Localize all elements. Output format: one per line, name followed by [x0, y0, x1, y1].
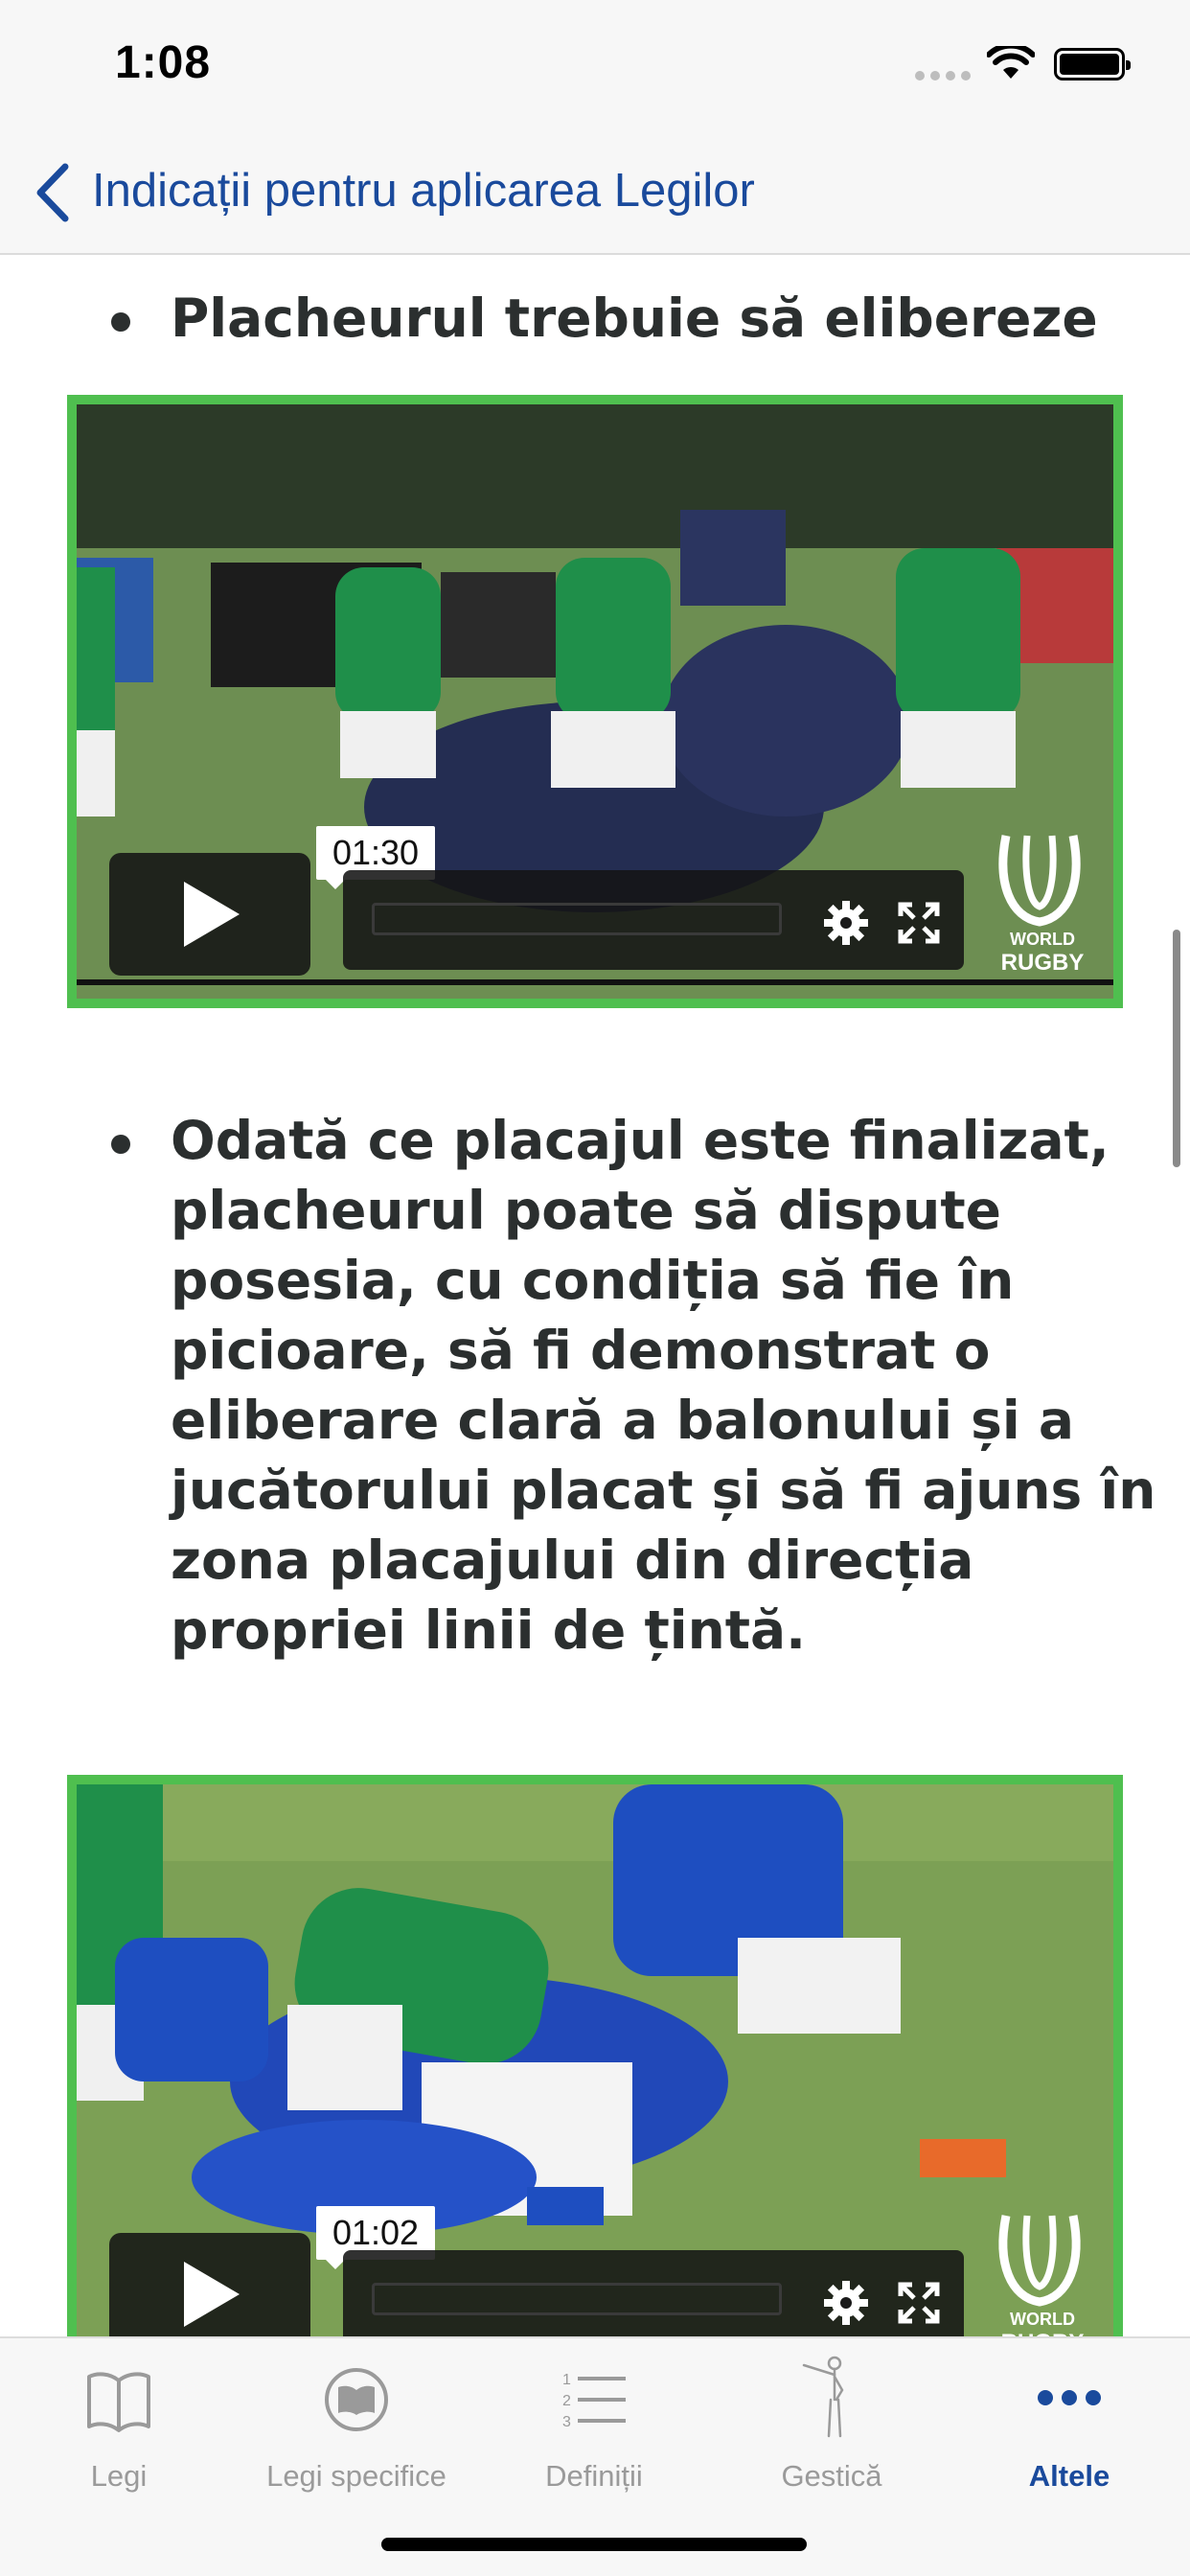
book-circle-icon [325, 2368, 388, 2431]
referee-signal-icon [802, 2356, 844, 2438]
play-button[interactable] [109, 853, 310, 976]
play-icon [184, 882, 240, 947]
status-time: 1:08 [115, 37, 212, 88]
tab-label: Legi [90, 2459, 148, 2493]
tab-label: Definiții [545, 2459, 643, 2493]
book-icon [87, 2372, 150, 2432]
status-bar: 1:08 [0, 0, 1190, 134]
back-button-title[interactable]: Indicații pentru aplicarea Legilor [92, 161, 755, 222]
tab-definitii[interactable]: 1 2 3 Definiții [475, 2359, 713, 2494]
tab-label: Gestică [781, 2459, 882, 2493]
video-controls [343, 870, 964, 970]
video-controls [343, 2250, 964, 2336]
tab-label: Altele [1028, 2459, 1110, 2493]
numbered-list-icon: 1 2 3 [562, 2372, 626, 2430]
tab-gestica[interactable]: Gestică [713, 2356, 950, 2494]
wifi-icon [987, 46, 1035, 79]
home-indicator [381, 2538, 807, 2551]
tab-label: Legi specifice [266, 2459, 446, 2493]
cellular-signal-icon [915, 71, 971, 80]
video-progress-bar[interactable] [372, 2283, 782, 2315]
bullet-text: Odată ce placajul este finalizat, plache… [171, 1110, 1156, 1661]
content-scroll-area[interactable]: Placheurul trebuie să elibereze 01:30 WO… [0, 255, 1190, 2336]
navigation-bar: Indicații pentru aplicarea Legilor [0, 134, 1190, 255]
svg-text:2: 2 [562, 2393, 571, 2409]
bullet-dot [111, 1135, 130, 1154]
more-icon [1038, 2390, 1101, 2405]
video-player[interactable]: 01:30 WORLD RUGBY [67, 395, 1123, 1008]
svg-text:3: 3 [562, 2414, 571, 2430]
tab-legi-specifice[interactable]: Legi specifice [238, 2359, 475, 2494]
tab-altele[interactable]: Altele [950, 2359, 1188, 2494]
bullet-text: Placheurul trebuie să elibereze [171, 288, 1098, 349]
battery-icon [1054, 48, 1131, 80]
play-icon [184, 2262, 240, 2327]
svg-text:1: 1 [562, 2372, 571, 2388]
video-progress-bar[interactable] [372, 903, 782, 935]
world-rugby-logo-text: WORLD RUGBY [1000, 930, 1085, 976]
fullscreen-icon[interactable] [897, 901, 941, 945]
play-button[interactable] [109, 2233, 310, 2336]
world-rugby-logo-text: WORLD RUGBY [1001, 2310, 1085, 2336]
back-chevron-icon[interactable] [31, 159, 75, 226]
video-player[interactable]: 01:02 WORLD [67, 1775, 1123, 2336]
fullscreen-icon[interactable] [897, 2281, 941, 2325]
gear-icon[interactable] [822, 899, 870, 947]
scroll-indicator[interactable] [1173, 930, 1180, 1167]
bullet-dot [111, 312, 130, 332]
gear-icon[interactable] [822, 2279, 870, 2327]
tab-legi[interactable]: Legi [0, 2359, 238, 2494]
